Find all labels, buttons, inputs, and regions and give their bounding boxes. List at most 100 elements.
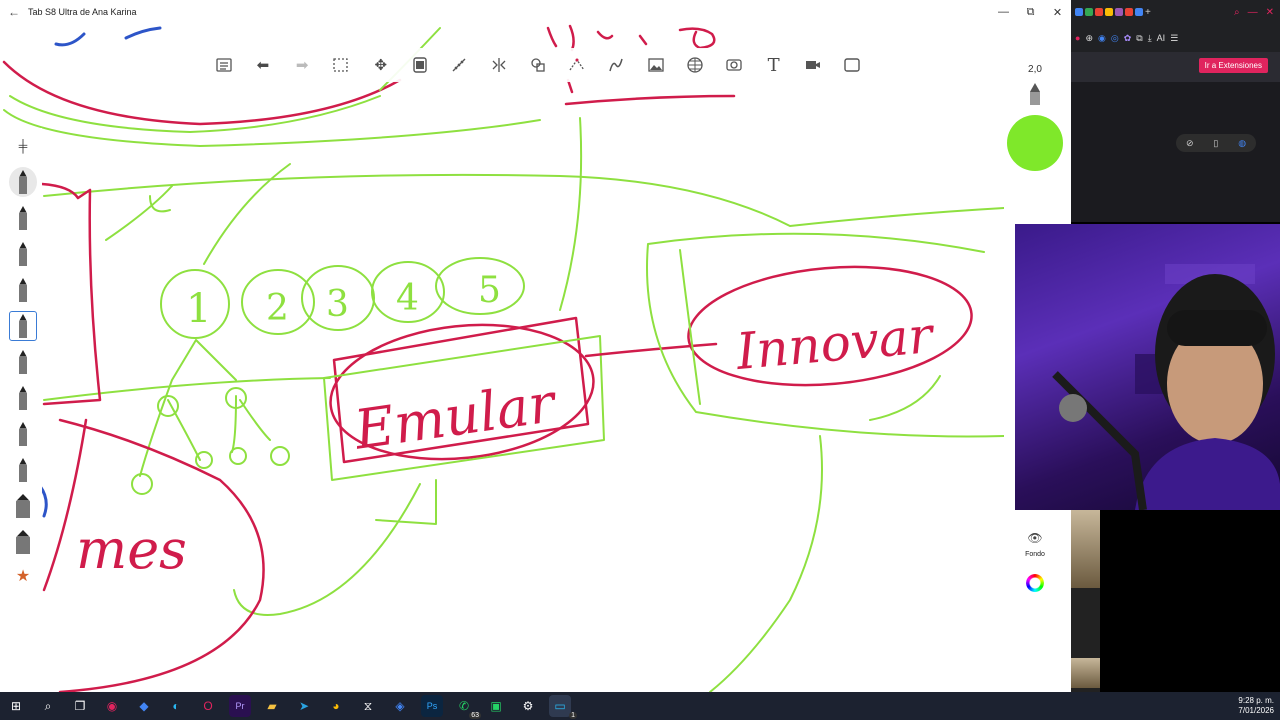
webcam-image bbox=[1052, 264, 1280, 510]
brush-wide[interactable] bbox=[9, 491, 37, 521]
app-icon[interactable]: ◆ bbox=[133, 695, 155, 717]
media-controls: ⊘ ▯ ◍ bbox=[1176, 134, 1256, 152]
brush-size-value[interactable]: 2,0 bbox=[1028, 64, 1042, 75]
thumbnail[interactable] bbox=[1071, 510, 1100, 588]
whatsapp-icon[interactable]: ✆ 63 bbox=[453, 695, 481, 719]
opera-icon[interactable]: O bbox=[197, 695, 219, 717]
brush-fine[interactable] bbox=[9, 383, 37, 413]
more-icon[interactable]: ☰ bbox=[1170, 33, 1178, 44]
text-icon[interactable]: T bbox=[761, 52, 787, 78]
tab-icon[interactable] bbox=[1085, 8, 1093, 16]
edge-icon[interactable]: ◐ bbox=[165, 695, 187, 717]
brush-paint[interactable] bbox=[9, 347, 37, 377]
brush-ink[interactable] bbox=[9, 239, 37, 269]
globe-icon[interactable]: ◍ bbox=[1238, 138, 1246, 149]
drawing-canvas[interactable]: Emular Innovar mes 1 2 3 4 5 bbox=[0, 24, 1071, 692]
extension-icon[interactable]: ◉ bbox=[1098, 33, 1106, 44]
brush-marker[interactable] bbox=[9, 203, 37, 233]
brush-flat[interactable] bbox=[9, 527, 37, 557]
fullscreen-icon[interactable] bbox=[839, 52, 865, 78]
go-to-extensions-button[interactable]: Ir a Extensiones bbox=[1198, 58, 1268, 73]
search-icon[interactable]: ⌕ bbox=[37, 695, 59, 717]
folder-icon[interactable]: ▰ bbox=[261, 695, 283, 717]
selection-icon[interactable] bbox=[328, 52, 354, 78]
close-browser-icon[interactable]: ✕ bbox=[1266, 7, 1274, 18]
minimize-browser-icon[interactable]: — bbox=[1248, 7, 1258, 18]
tab-icon[interactable] bbox=[1115, 8, 1123, 16]
green-stroke bbox=[709, 435, 823, 692]
brush-technical[interactable] bbox=[9, 419, 37, 449]
compass-icon[interactable]: ⊘ bbox=[1186, 138, 1194, 149]
green-stroke bbox=[559, 117, 583, 311]
app-icon[interactable]: ◈ bbox=[389, 695, 411, 717]
video-icon[interactable] bbox=[800, 52, 826, 78]
tab-icon[interactable] bbox=[1125, 8, 1133, 16]
number-2: 2 bbox=[266, 288, 289, 329]
clock-time: 9:28 p. m. bbox=[1238, 696, 1274, 705]
green-arc bbox=[3, 109, 541, 147]
close-button[interactable]: ✕ bbox=[1044, 6, 1071, 19]
color-wheel-icon[interactable] bbox=[1026, 574, 1044, 592]
ruler-icon[interactable] bbox=[446, 52, 472, 78]
star-icon[interactable]: ★ bbox=[16, 566, 30, 586]
layers-icon[interactable] bbox=[407, 52, 433, 78]
minimize-button[interactable]: — bbox=[990, 6, 1017, 18]
extension-icon[interactable]: ✿ bbox=[1124, 33, 1132, 44]
chrome-icon[interactable]: ◕ bbox=[325, 695, 347, 717]
brush-pencil[interactable] bbox=[9, 167, 37, 197]
tab-icon[interactable] bbox=[1075, 8, 1083, 16]
tab-icon[interactable] bbox=[1095, 8, 1103, 16]
brush-soft[interactable] bbox=[9, 455, 37, 485]
brush-calligraphy[interactable] bbox=[9, 275, 37, 305]
tab-icon[interactable] bbox=[1135, 8, 1143, 16]
undo-icon[interactable]: ⬅ bbox=[250, 52, 276, 78]
thumbnail[interactable] bbox=[1071, 658, 1100, 688]
ai-label[interactable]: AI bbox=[1157, 33, 1166, 43]
symmetry-icon[interactable] bbox=[486, 52, 512, 78]
blue-stroke bbox=[124, 26, 162, 40]
curve-icon[interactable] bbox=[603, 52, 629, 78]
settings-icon[interactable]: ⚙ bbox=[517, 695, 539, 717]
eye-icon[interactable]: 👁 bbox=[1027, 531, 1042, 545]
telegram-icon[interactable]: ➤ bbox=[293, 695, 315, 717]
puzzle-icon[interactable]: ⧉ bbox=[1136, 33, 1142, 44]
image-icon[interactable] bbox=[643, 52, 669, 78]
brush-selected[interactable] bbox=[9, 311, 37, 341]
search-icon[interactable]: ⌕ bbox=[1234, 7, 1240, 18]
brush-airbrush[interactable]: ╪ bbox=[9, 131, 37, 161]
system-clock[interactable]: 9:28 p. m. 7/01/2026 bbox=[1238, 696, 1274, 716]
menu-icon[interactable] bbox=[211, 52, 237, 78]
capcut-icon[interactable]: ⧖ bbox=[357, 695, 379, 717]
add-icon[interactable]: ⊕ bbox=[1085, 33, 1093, 44]
current-color-swatch[interactable] bbox=[1007, 115, 1063, 171]
transform-icon[interactable]: ✥ bbox=[368, 52, 394, 78]
task-view-icon[interactable]: ❐ bbox=[69, 695, 91, 717]
number-4: 4 bbox=[396, 278, 419, 319]
clock-date: 7/01/2026 bbox=[1238, 706, 1274, 715]
windows-start-icon[interactable]: ⊞ bbox=[5, 695, 27, 717]
premiere-icon[interactable]: Pr bbox=[229, 695, 251, 717]
shapes-icon[interactable] bbox=[525, 52, 551, 78]
background-label: Fondo bbox=[1025, 551, 1045, 558]
arrow-left-icon[interactable]: ← bbox=[0, 5, 28, 19]
download-icon[interactable]: ⤓ bbox=[1148, 33, 1152, 44]
redo-icon[interactable]: ➡ bbox=[289, 52, 315, 78]
scan-icon[interactable] bbox=[721, 52, 747, 78]
app-icon[interactable]: ◉ bbox=[101, 695, 123, 717]
tree-branches bbox=[139, 339, 271, 477]
app-icon[interactable]: ▣ bbox=[485, 695, 507, 717]
pen-preview-icon bbox=[1030, 83, 1040, 105]
active-app-icon[interactable]: ▭ 1 bbox=[549, 695, 577, 719]
grid-icon[interactable] bbox=[682, 52, 708, 78]
tab-icon[interactable] bbox=[1105, 8, 1113, 16]
extension-icon[interactable]: ◎ bbox=[1111, 33, 1119, 44]
maximize-button[interactable]: ⧉ bbox=[1017, 6, 1044, 19]
extension-icon[interactable]: ● bbox=[1075, 33, 1080, 43]
photoshop-icon[interactable]: Ps bbox=[421, 695, 443, 717]
phone-icon[interactable]: ▯ bbox=[1213, 138, 1218, 149]
perspective-icon[interactable] bbox=[564, 52, 590, 78]
blue-stroke bbox=[54, 32, 86, 47]
leaf-node bbox=[131, 473, 153, 495]
windows-taskbar: ⊞ ⌕ ❐ ◉ ◆ ◐ O Pr ▰ ➤ ◕ ⧖ ◈ Ps ✆ 63 ▣ ⚙ ▭ 1… bbox=[0, 692, 1280, 720]
new-tab-icon[interactable]: + bbox=[1145, 7, 1151, 18]
